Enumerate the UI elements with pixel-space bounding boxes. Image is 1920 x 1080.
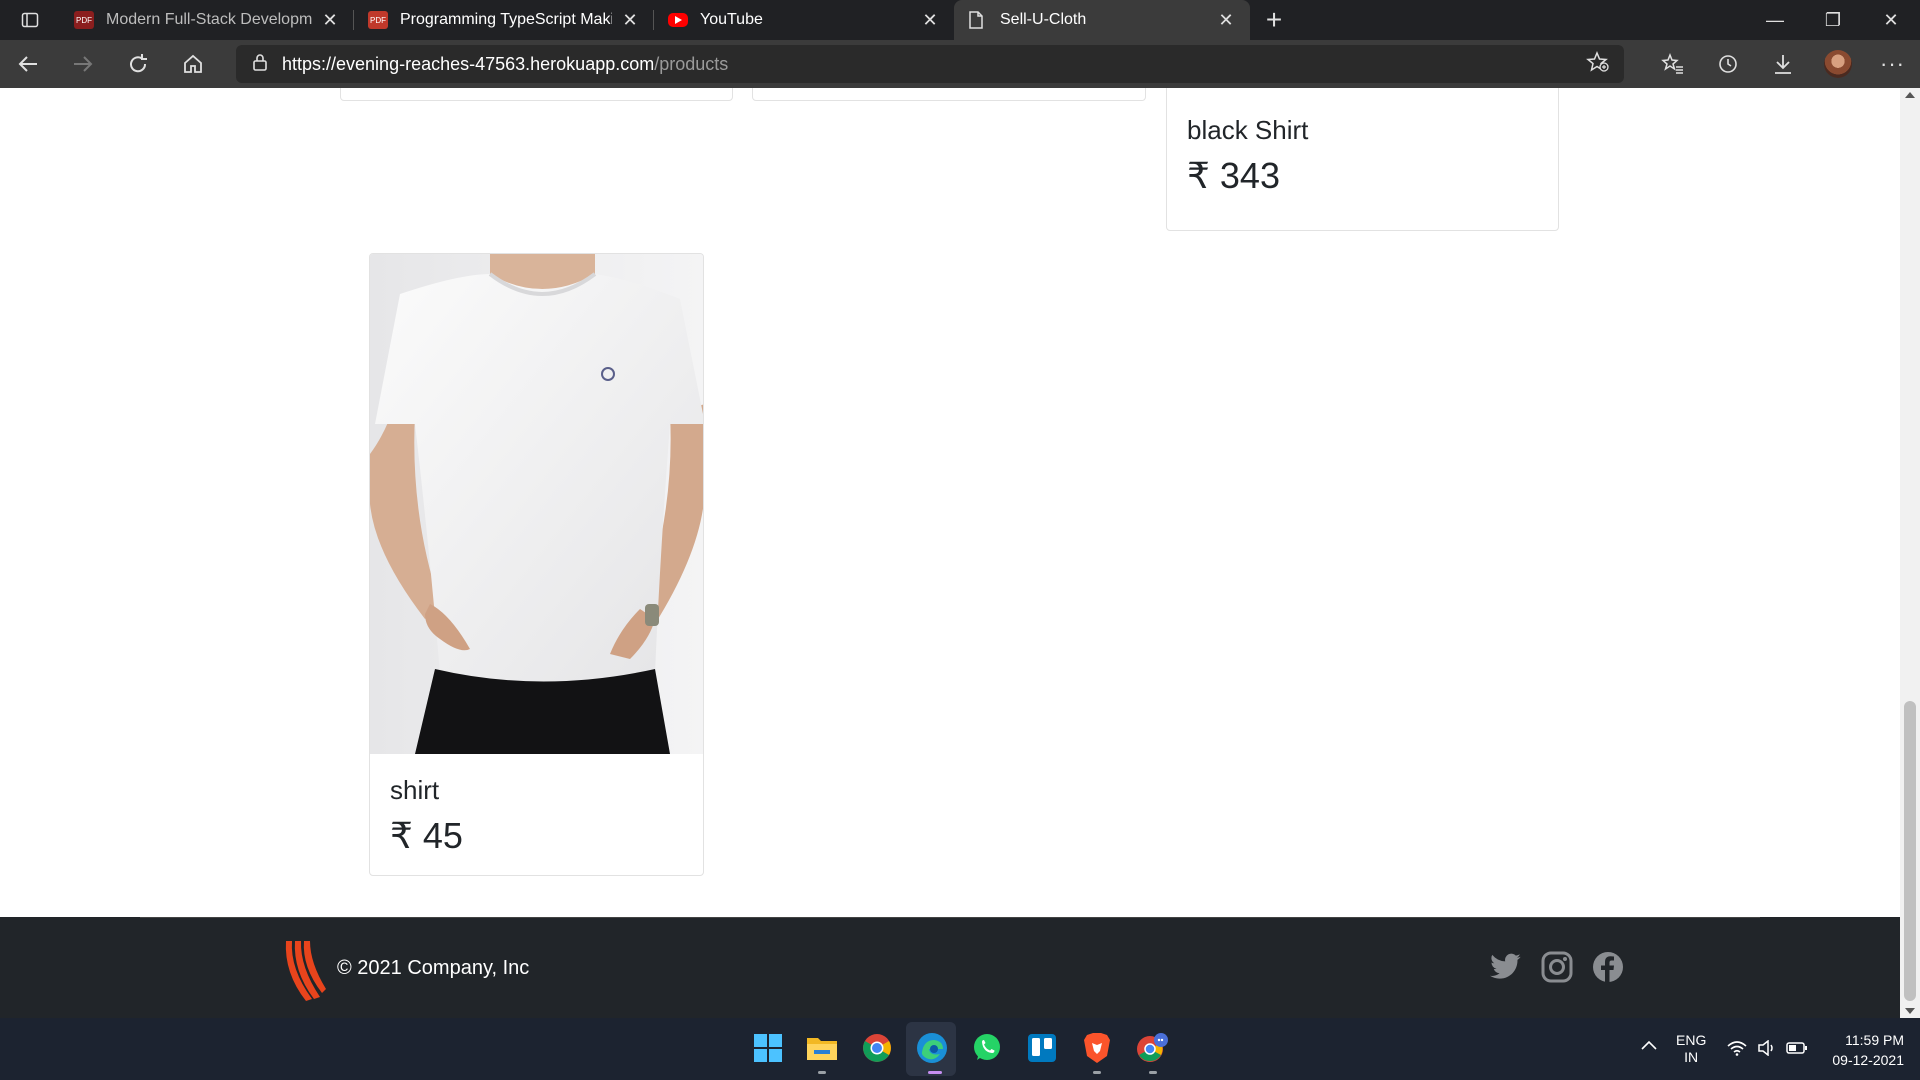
language-indicator[interactable]: ENG IN (1676, 1032, 1706, 1080)
page-icon (968, 11, 988, 29)
home-icon[interactable] (165, 40, 220, 88)
close-tab-icon[interactable]: ✕ (320, 10, 340, 31)
tab-programming-typescript[interactable]: PDF Programming TypeScript Making ✕ (354, 0, 654, 40)
youtube-icon (668, 13, 688, 27)
file-explorer-icon[interactable] (804, 1030, 840, 1066)
twitter-icon[interactable] (1490, 953, 1522, 986)
address-bar[interactable]: https://evening-reaches-47563.herokuapp.… (236, 45, 1624, 83)
page-scrollbar[interactable] (1900, 88, 1920, 1018)
profile-avatar[interactable] (1810, 50, 1865, 78)
url-text: https://evening-reaches-47563.herokuapp.… (282, 53, 729, 74)
close-tab-icon[interactable]: ✕ (920, 10, 940, 31)
refresh-icon[interactable] (110, 40, 165, 88)
browser-tab-bar: PDF Modern Full-Stack Development ✕ PDF … (0, 0, 1920, 40)
product-card-partial[interactable] (340, 88, 733, 101)
scroll-up-icon[interactable] (1905, 92, 1915, 98)
volume-icon[interactable] (1757, 1039, 1777, 1080)
tab-actions-icon[interactable] (0, 0, 60, 40)
footer-divider (140, 917, 1760, 918)
close-tab-icon[interactable]: ✕ (620, 10, 640, 31)
battery-icon[interactable] (1786, 1041, 1808, 1080)
edge-icon[interactable] (914, 1030, 950, 1066)
product-price: ₹ 343 (1187, 155, 1280, 196)
running-indicator (1093, 1071, 1101, 1074)
downloads-icon[interactable] (1755, 53, 1810, 75)
lock-icon[interactable] (252, 53, 268, 76)
close-tab-icon[interactable]: ✕ (1216, 10, 1236, 31)
footer-copyright: © 2021 Company, Inc (337, 957, 530, 979)
tab-youtube[interactable]: YouTube ✕ (654, 0, 954, 40)
favorites-icon[interactable] (1645, 53, 1700, 75)
running-indicator (928, 1071, 942, 1074)
scroll-down-icon[interactable] (1905, 1008, 1915, 1014)
back-icon[interactable] (0, 40, 55, 88)
site-footer: © 2021 Company, Inc (0, 917, 1900, 1018)
show-hidden-icons[interactable] (1640, 1038, 1658, 1080)
product-card-partial[interactable] (752, 88, 1146, 101)
more-menu-icon[interactable]: ··· (1865, 51, 1920, 77)
chrome-icon[interactable] (859, 1030, 895, 1066)
windows-taskbar: ENG IN 11:59 PM 09-12-2021 (0, 1018, 1920, 1080)
minimize-icon[interactable]: — (1746, 10, 1804, 31)
running-indicator (1149, 1071, 1157, 1074)
new-tab-button[interactable]: + (1250, 4, 1298, 36)
product-card[interactable]: shirt ₹ 45 (369, 253, 704, 876)
product-name: black Shirt (1187, 115, 1309, 145)
history-icon[interactable] (1700, 53, 1755, 75)
instagram-icon[interactable] (1541, 951, 1573, 988)
pdf-icon: PDF (368, 11, 388, 29)
product-card[interactable]: black Shirt ₹ 343 (1166, 88, 1559, 231)
tab-modern-fullstack[interactable]: PDF Modern Full-Stack Development ✕ (60, 0, 354, 40)
restore-icon[interactable]: ❐ (1804, 10, 1862, 31)
forward-icon[interactable] (55, 40, 110, 88)
browser-toolbar: https://evening-reaches-47563.herokuapp.… (0, 40, 1920, 88)
whatsapp-icon[interactable] (969, 1030, 1005, 1066)
chrome-profile-icon[interactable] (1134, 1030, 1170, 1066)
running-indicator (818, 1071, 826, 1074)
clock[interactable]: 11:59 PM 09-12-2021 (1826, 1030, 1904, 1080)
wifi-icon[interactable] (1727, 1040, 1747, 1080)
trello-icon[interactable] (1024, 1030, 1060, 1066)
pdf-icon: PDF (74, 11, 94, 29)
facebook-icon[interactable] (1592, 951, 1624, 988)
products-page: black Shirt ₹ 343 shirt ₹ 45 (0, 88, 1900, 1018)
add-favorite-icon[interactable] (1586, 50, 1610, 78)
scrollbar-thumb[interactable] (1904, 701, 1916, 1001)
brave-icon[interactable] (1079, 1030, 1115, 1066)
brand-logo[interactable] (282, 939, 328, 1008)
tab-sell-u-cloth[interactable]: Sell-U-Cloth ✕ (954, 0, 1250, 40)
close-window-icon[interactable]: ✕ (1862, 10, 1920, 31)
product-name: shirt (390, 775, 440, 805)
product-price: ₹ 45 (390, 815, 463, 856)
start-icon[interactable] (750, 1030, 786, 1066)
product-image[interactable] (370, 254, 703, 754)
